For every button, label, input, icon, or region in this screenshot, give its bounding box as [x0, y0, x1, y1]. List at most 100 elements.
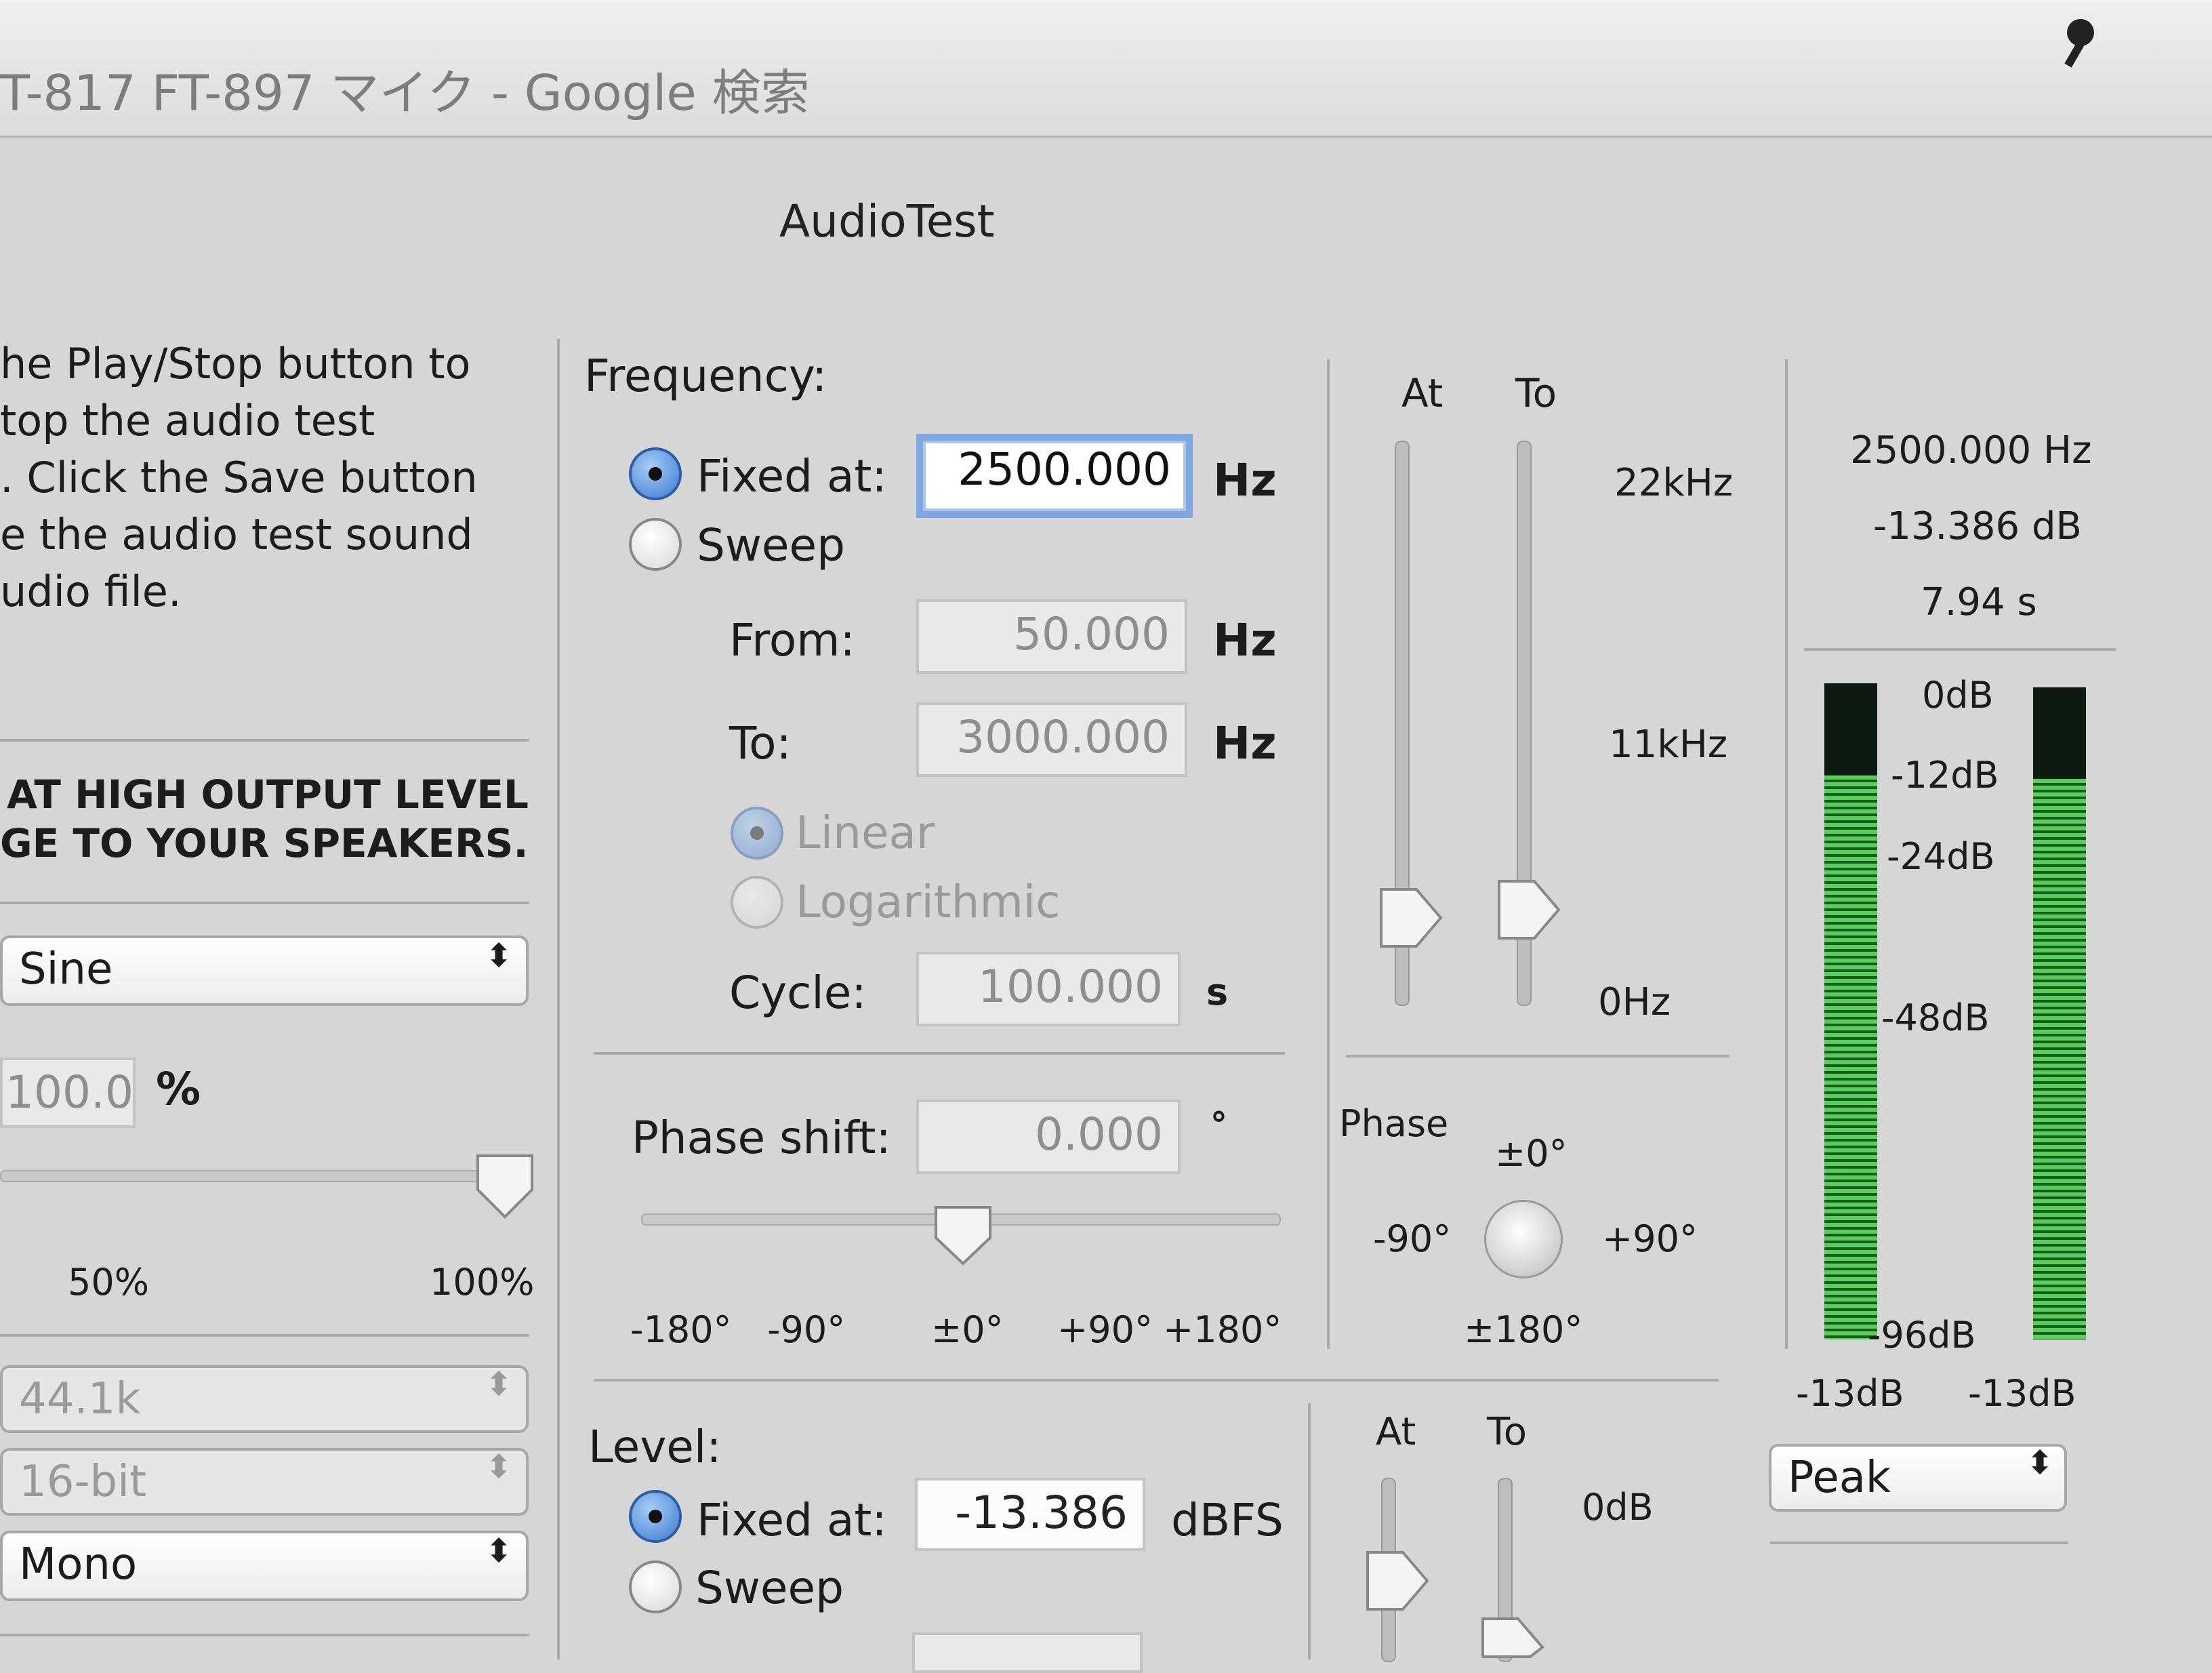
phase-tick-zero: ±0°	[931, 1308, 1004, 1351]
phase-knob-right: +90°	[1602, 1217, 1698, 1260]
level-sweep-radio[interactable]	[629, 1560, 682, 1613]
freq-scale-top: 22kHz	[1614, 461, 1734, 505]
freq-at-slider-thumb[interactable]	[1378, 887, 1443, 952]
meter-left	[1824, 683, 1877, 1339]
freq-scale-mid: 11kHz	[1609, 723, 1728, 767]
freq-to-slider-thumb[interactable]	[1496, 879, 1561, 944]
meter-left-value: -13dB	[1796, 1372, 1904, 1415]
waveform-value: Sine	[19, 944, 113, 994]
level-fixed-input[interactable]: -13.386	[915, 1478, 1145, 1551]
frequency-fixed-label: Fixed at:	[697, 450, 887, 502]
sweep-linear-radio[interactable]	[731, 807, 783, 860]
level-at-slider-thumb[interactable]	[1365, 1550, 1430, 1615]
chevron-updown-icon: ⬍	[485, 1365, 513, 1403]
meter-left-fill	[1824, 775, 1877, 1339]
level-slider-at-label: At	[1376, 1410, 1416, 1454]
cycle-input[interactable]: 100.000	[916, 952, 1181, 1026]
sweep-log-radio[interactable]	[731, 876, 783, 929]
instruction-line-4: e the audio test sound	[0, 510, 473, 559]
frequency-sweep-radio[interactable]	[629, 518, 682, 571]
column-divider	[1308, 1403, 1311, 1659]
phase-knob-left: -90°	[1373, 1217, 1452, 1260]
amplitude-slider-thumb[interactable]	[474, 1152, 535, 1223]
cycle-unit: s	[1206, 971, 1229, 1013]
sweep-to-input[interactable]: 3000.000	[916, 702, 1187, 777]
sweep-linear-label: Linear	[796, 807, 935, 859]
sweep-log-label: Logarithmic	[796, 876, 1061, 928]
divider	[1804, 648, 2116, 651]
sweep-from-unit: Hz	[1213, 614, 1277, 666]
waveform-select[interactable]: Sine ⬍	[0, 935, 529, 1006]
amplitude-unit: %	[156, 1063, 201, 1115]
phase-knob-bottom: ±180°	[1464, 1308, 1583, 1351]
column-divider	[1327, 359, 1330, 1349]
readout-frequency: 2500.000 Hz	[1850, 428, 2092, 472]
level-section-label: Level:	[588, 1421, 722, 1473]
level-sweep-label: Sweep	[695, 1562, 844, 1614]
level-fixed-radio[interactable]	[629, 1490, 682, 1543]
phase-tick-plus90: +90°	[1057, 1308, 1153, 1351]
warning-line-1: AT HIGH OUTPUT LEVEL	[7, 771, 529, 818]
sweep-to-unit: Hz	[1213, 717, 1277, 769]
meter-scale-0db: 0dB	[1922, 674, 1994, 717]
sweep-from-input[interactable]: 50.000	[916, 599, 1187, 674]
phase-tick-minus180: -180°	[630, 1308, 732, 1351]
cycle-label: Cycle:	[729, 967, 867, 1019]
phase-shift-unit: °	[1210, 1105, 1227, 1144]
samplerate-select[interactable]: 44.1k ⬍	[0, 1365, 529, 1433]
frequency-unit: Hz	[1213, 454, 1277, 506]
instruction-line-3: . Click the Save button	[0, 453, 478, 502]
instruction-line-2: top the audio test	[0, 396, 375, 445]
frequency-section-label: Frequency:	[584, 350, 827, 402]
level-fixed-label: Fixed at:	[697, 1494, 887, 1546]
frequency-fixed-input[interactable]: 2500.000	[916, 434, 1193, 518]
meter-right	[2033, 687, 2086, 1339]
divider	[1346, 1055, 1729, 1057]
divider	[0, 1334, 529, 1337]
amplitude-scale-low: 50%	[68, 1261, 150, 1304]
bitdepth-value: 16-bit	[19, 1457, 147, 1507]
meter-mode-select[interactable]: Peak ⬍	[1769, 1444, 2067, 1512]
channels-value: Mono	[19, 1539, 138, 1590]
freq-slider-at-label: At	[1401, 370, 1443, 416]
divider	[594, 1379, 1719, 1382]
level-from-input[interactable]	[912, 1632, 1143, 1673]
level-unit: dBFS	[1171, 1494, 1284, 1546]
divider	[0, 1634, 529, 1636]
meter-scale-96db: -96dB	[1868, 1314, 1976, 1356]
instruction-line-5: udio file.	[0, 567, 182, 616]
divider	[0, 739, 529, 742]
chevron-updown-icon: ⬍	[485, 937, 513, 975]
bitdepth-select[interactable]: 16-bit ⬍	[0, 1448, 529, 1516]
phase-tick-plus180: +180°	[1163, 1308, 1282, 1351]
frequency-fixed-radio[interactable]	[629, 447, 682, 500]
browser-tab-title: T-817 FT-897 マイク - Google 検索	[0, 64, 810, 121]
amplitude-slider-track[interactable]	[0, 1170, 518, 1182]
meter-right-value: -13dB	[1968, 1372, 2076, 1415]
chevron-updown-icon: ⬍	[2026, 1444, 2054, 1482]
meter-scale-48db: -48dB	[1881, 996, 1990, 1039]
level-to-slider-thumb[interactable]	[1480, 1616, 1545, 1662]
level-slider-to-label: To	[1487, 1410, 1527, 1454]
phase-shift-label: Phase shift:	[632, 1112, 891, 1164]
instruction-line-1: he Play/Stop button to	[0, 339, 471, 388]
sweep-from-label: From:	[729, 614, 855, 666]
amplitude-field[interactable]: 100.0	[0, 1057, 136, 1128]
column-divider	[1785, 359, 1788, 1349]
amplitude-scale-high: 100%	[430, 1261, 535, 1304]
pin-icon[interactable]	[2047, 14, 2101, 81]
phase-knob[interactable]	[1484, 1200, 1563, 1278]
window-title: AudioTest	[779, 195, 995, 247]
meter-mode-value: Peak	[1788, 1453, 1891, 1503]
phase-knob-label: Phase	[1339, 1102, 1449, 1145]
meter-scale-12db: -12dB	[1891, 754, 1999, 797]
channels-select[interactable]: Mono ⬍	[0, 1531, 529, 1601]
phase-slider-thumb[interactable]	[933, 1204, 994, 1269]
readout-time: 7.94 s	[1921, 580, 2037, 624]
phase-tick-minus90: -90°	[767, 1308, 846, 1351]
chevron-updown-icon: ⬍	[485, 1532, 513, 1570]
phase-shift-input[interactable]: 0.000	[916, 1100, 1181, 1174]
frequency-sweep-label: Sweep	[697, 519, 845, 571]
readout-level: -13.386 dB	[1873, 504, 2082, 548]
meter-right-fill	[2033, 778, 2086, 1339]
